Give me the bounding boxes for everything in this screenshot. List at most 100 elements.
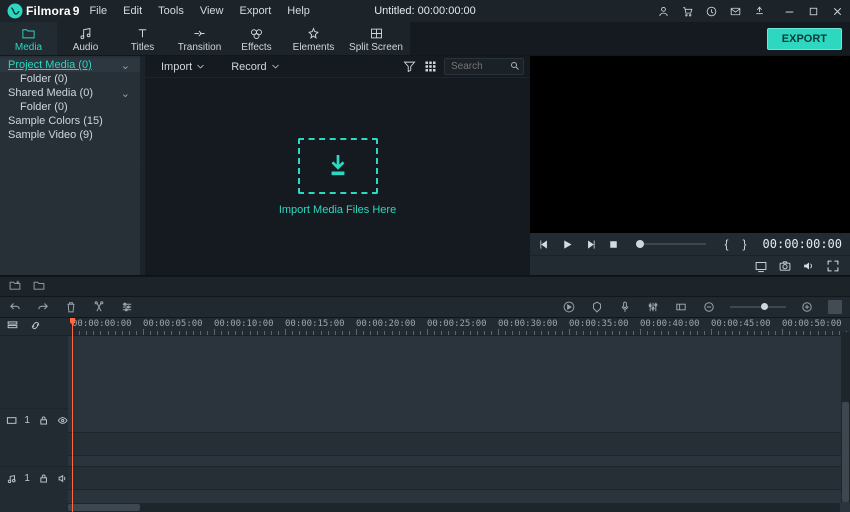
playhead[interactable] [72,318,73,512]
mark-out-button[interactable]: } [741,237,749,251]
transition-icon [192,26,207,41]
link-icon[interactable] [29,319,42,335]
zoom-in-icon[interactable] [800,300,814,314]
split-button[interactable] [92,300,106,314]
chevron-down-icon [271,62,280,71]
effects-icon [249,26,264,41]
tab-audio[interactable]: Audio [57,22,114,55]
drop-text: Import Media Files Here [279,204,396,216]
play-button[interactable] [561,238,574,251]
ruler-mark: 00:00:15:00 [285,319,345,329]
voiceover-icon[interactable] [618,300,632,314]
app-logo: Filmora9 [6,2,79,20]
fullscreen-icon[interactable] [826,259,840,273]
record-dropdown[interactable]: Record [221,59,289,75]
timeline-ruler[interactable]: 00:00:00:0000:00:05:0000:00:10:0000:00:1… [68,318,850,336]
edit-options-icon[interactable] [120,300,134,314]
audio-track[interactable] [68,466,850,490]
redo-button[interactable] [36,300,50,314]
manage-tracks-icon[interactable] [6,319,19,335]
tree-item[interactable]: Folder (0) [0,72,140,86]
cart-icon[interactable] [680,4,694,18]
video-track-header[interactable]: 1 [0,408,68,432]
folder-icon [21,26,36,41]
tab-media[interactable]: Media [0,22,57,55]
delete-button[interactable] [64,300,78,314]
chevron-down-icon[interactable]: ⌄ [121,59,130,72]
open-folder-icon[interactable] [32,278,46,295]
preview-scrubber[interactable] [636,243,706,245]
ruler-mark: 00:00:05:00 [143,319,203,329]
title-bar: Filmora9 File Edit Tools View Export Hel… [0,0,850,22]
ruler-mark: 00:00:50:00 [782,319,842,329]
timeline-v-scrollbar[interactable] [841,332,850,502]
logo-text: Filmora [26,4,71,18]
menu-help[interactable]: Help [285,3,312,19]
media-drop-area[interactable]: Import Media Files Here [145,78,530,275]
tab-elements[interactable]: Elements [285,22,342,55]
new-folder-icon[interactable] [8,278,22,295]
ruler-mark: 00:00:25:00 [427,319,487,329]
timeline-h-scrollbar[interactable] [68,503,840,512]
audio-track-header[interactable]: 1 [0,466,68,490]
snapshot-icon[interactable] [778,259,792,273]
chevron-down-icon [196,62,205,71]
maximize-icon[interactable] [806,4,820,18]
import-folder-icon [298,138,378,194]
import-dropdown[interactable]: Import [151,59,215,75]
marker-icon[interactable] [590,300,604,314]
minimize-icon[interactable] [782,4,796,18]
render-preview-icon[interactable] [562,300,576,314]
mark-in-button[interactable]: { [722,237,730,251]
tree-sample-colors[interactable]: Sample Colors (15) [0,114,140,128]
zoom-to-fit-button[interactable] [828,300,842,314]
tree-sample-video[interactable]: Sample Video (9) [0,128,140,142]
mixer-icon[interactable] [646,300,660,314]
timeline-body[interactable]: 00:00:00:0000:00:05:0000:00:10:0000:00:1… [68,318,850,512]
volume-icon[interactable] [802,259,816,273]
lock-icon[interactable] [38,414,49,427]
tab-titles[interactable]: Titles [114,22,171,55]
update-icon[interactable] [752,4,766,18]
zoom-out-icon[interactable] [702,300,716,314]
panel-collapse-handle[interactable]: ◂ [138,151,140,181]
account-icon[interactable] [656,4,670,18]
text-icon [135,26,150,41]
music-note-icon [78,26,93,41]
step-forward-button[interactable] [584,238,597,251]
stop-button[interactable] [607,238,620,251]
tab-effects[interactable]: Effects [228,22,285,55]
export-button[interactable]: EXPORT [767,28,842,50]
chevron-down-icon[interactable]: ⌄ [121,87,130,100]
messages-icon[interactable] [728,4,742,18]
media-panel: Import Record Import Media Files Here [145,56,530,275]
crop-icon[interactable] [674,300,688,314]
ruler-mark: 00:00:40:00 [640,319,700,329]
search-field[interactable] [444,58,524,75]
menu-edit[interactable]: Edit [121,3,144,19]
tree-shared-media[interactable]: Shared Media (0)⌄ [0,86,140,100]
close-icon[interactable] [830,4,844,18]
mute-icon[interactable] [57,472,68,485]
tree-item[interactable]: Folder (0) [0,100,140,114]
menu-tools[interactable]: Tools [156,3,186,19]
video-track[interactable] [68,432,850,456]
undo-button[interactable] [8,300,22,314]
quality-icon[interactable] [754,259,768,273]
tab-transition[interactable]: Transition [171,22,228,55]
lock-icon[interactable] [38,472,49,485]
step-back-button[interactable] [538,238,551,251]
zoom-slider[interactable] [730,306,786,308]
menu-export[interactable]: Export [237,3,273,19]
elements-icon [306,26,321,41]
menu-file[interactable]: File [87,3,109,19]
tree-project-media[interactable]: Project Media (0)⌄ [0,58,140,72]
visibility-icon[interactable] [57,414,68,427]
filter-icon[interactable] [402,59,417,74]
grid-view-icon[interactable] [423,59,438,74]
tab-split-screen[interactable]: Split Screen [342,22,410,55]
ruler-mark: 00:00:10:00 [214,319,274,329]
menu-view[interactable]: View [198,3,226,19]
timeline: 1 1 00:00:00:0000:00:05:0000:00:10:0000:… [0,318,850,512]
notifications-icon[interactable] [704,4,718,18]
